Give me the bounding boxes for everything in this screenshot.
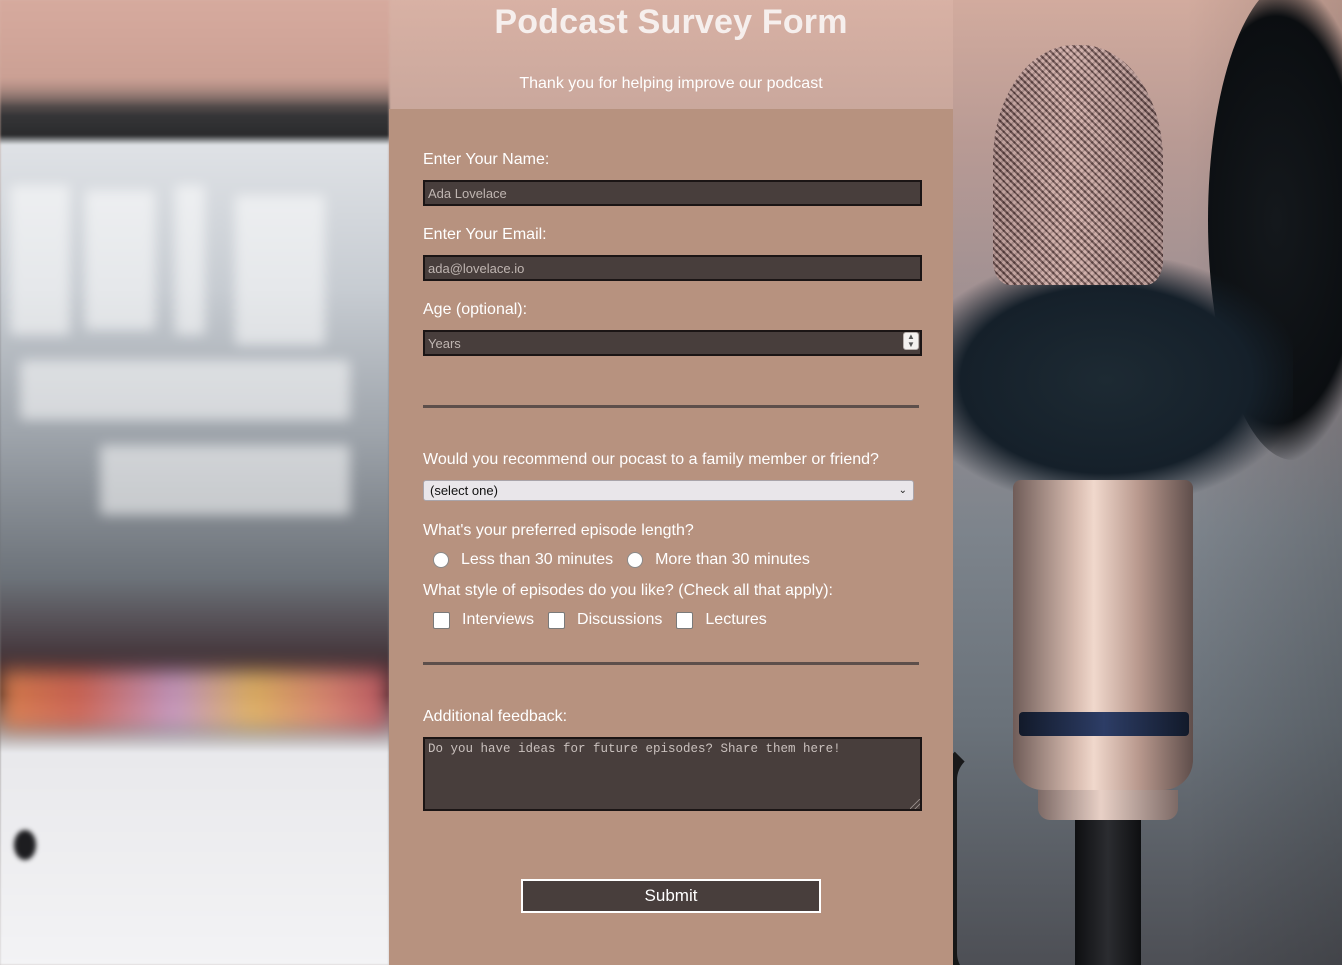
page-subtitle: Thank you for helping improve our podcas… (519, 75, 823, 92)
email-label: Enter Your Email: (423, 226, 547, 243)
background-blur-block (10, 185, 70, 335)
radio-button[interactable] (433, 552, 449, 568)
recommend-select-value: (select one) (430, 483, 498, 498)
section-divider (423, 662, 919, 665)
checkbox-option-discussions[interactable]: Discussions (548, 610, 662, 630)
checkbox-label: Lectures (705, 611, 767, 628)
background-microphone-base (1038, 790, 1178, 820)
radio-button[interactable] (627, 552, 644, 568)
checkbox[interactable] (433, 611, 450, 629)
age-input[interactable] (423, 330, 922, 356)
name-input[interactable] (423, 180, 922, 206)
chevron-down-icon: ⌄ (898, 485, 907, 496)
checkbox[interactable] (676, 611, 694, 629)
background-blur-block (100, 445, 350, 515)
feedback-textarea[interactable] (423, 737, 922, 811)
feedback-label: Additional feedback: (423, 708, 568, 725)
background-photo-right (943, 0, 1342, 965)
radio-option-more-than-30[interactable]: More than 30 minutes (627, 550, 810, 570)
recommend-select[interactable]: (select one) ⌄ (423, 480, 914, 501)
page-title: Podcast Survey Form (494, 3, 848, 41)
age-field: ▲▼ (423, 330, 922, 356)
styles-options: Interviews Discussions Lectures (433, 610, 781, 630)
checkbox-option-lectures[interactable]: Lectures (676, 610, 767, 630)
background-microphone-body (1013, 480, 1193, 790)
background-blur-block (175, 185, 205, 335)
background-shock-mount (953, 260, 1293, 500)
background-blur-block (235, 195, 325, 345)
background-blur-block (20, 360, 350, 420)
section-divider (423, 405, 919, 408)
survey-form: Enter Your Name: Enter Your Email: Age (… (389, 109, 953, 965)
background-cable (943, 740, 1051, 965)
submit-button[interactable]: Submit (521, 879, 821, 913)
checkbox-label: Interviews (462, 611, 535, 628)
checkbox-option-interviews[interactable]: Interviews (433, 610, 534, 630)
recommend-label: Would you recommend our pocast to a fami… (423, 451, 879, 468)
spinner-icon[interactable]: ▲ ▼ (903, 332, 919, 350)
email-input[interactable] (423, 255, 922, 281)
background-microphone-stand (1075, 820, 1141, 965)
background-blur-block (85, 190, 155, 330)
episode-length-label: What's your preferred episode length? (423, 522, 694, 539)
checkbox[interactable] (548, 611, 566, 629)
resize-handle-icon[interactable] (910, 799, 920, 809)
episode-length-options: Less than 30 minutes More than 30 minute… (433, 550, 824, 570)
checkbox-label: Discussions (577, 611, 663, 628)
radio-label: Less than 30 minutes (461, 551, 614, 568)
page-header: Podcast Survey Form Thank you for helpin… (0, 0, 1342, 94)
radio-option-less-than-30[interactable]: Less than 30 minutes (433, 550, 613, 570)
age-label: Age (optional): (423, 301, 528, 318)
background-color-strip (0, 670, 389, 730)
background-microphone-ring (1019, 712, 1189, 736)
radio-label: More than 30 minutes (655, 551, 810, 568)
background-logo (14, 830, 36, 860)
styles-label: What style of episodes do you like? (Che… (423, 582, 833, 599)
name-label: Enter Your Name: (423, 151, 550, 168)
background-photo-left (0, 0, 389, 965)
